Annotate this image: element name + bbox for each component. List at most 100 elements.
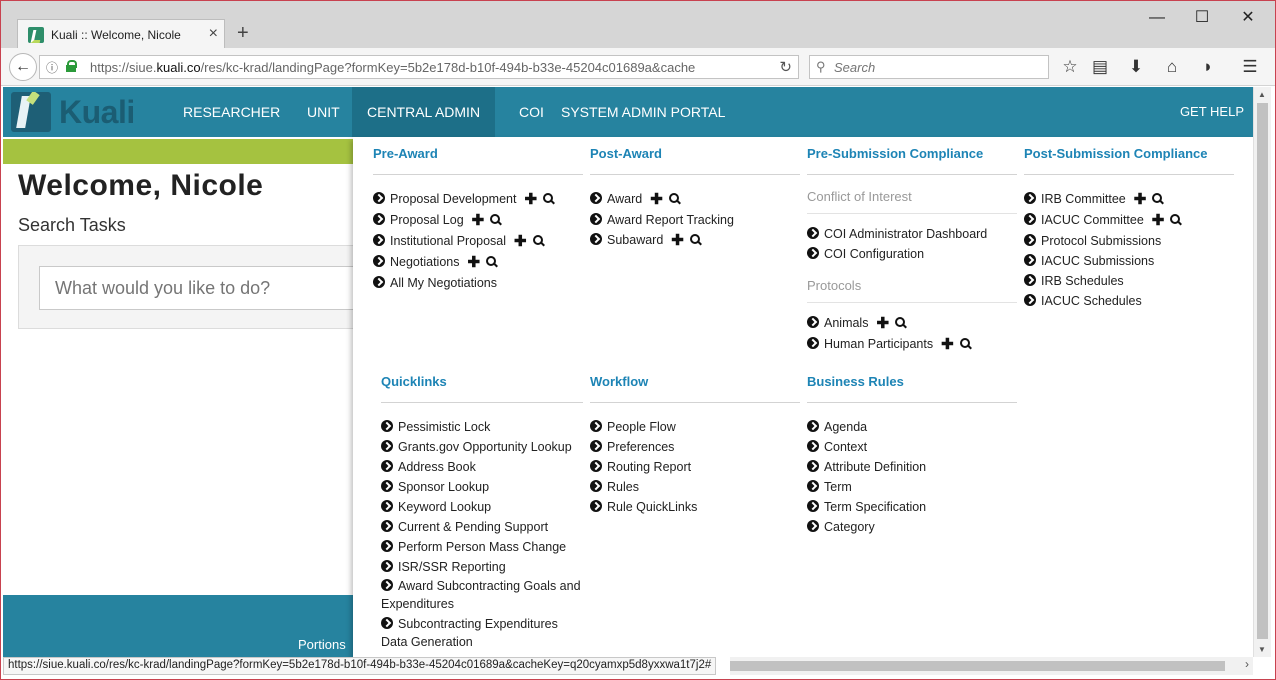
arrow-circle-icon bbox=[807, 227, 819, 239]
footer-text: Portions bbox=[298, 637, 346, 652]
menu-item-person-mass-change[interactable]: Perform Person Mass Change bbox=[381, 537, 583, 557]
new-tab-button[interactable]: + bbox=[237, 23, 249, 43]
menu-item-term-specification[interactable]: Term Specification bbox=[807, 497, 1017, 517]
get-help-link[interactable]: GET HELP bbox=[1180, 87, 1244, 137]
search-icon[interactable] bbox=[959, 338, 971, 349]
workflow-heading: Workflow bbox=[590, 374, 800, 403]
plus-icon[interactable]: ✚ bbox=[1134, 190, 1147, 210]
menu-item-irb-committee[interactable]: IRB Committee ✚ bbox=[1024, 189, 1234, 210]
horizontal-scrollbar[interactable]: › bbox=[730, 657, 1253, 675]
nav-system-admin-portal[interactable]: SYSTEM ADMIN PORTAL bbox=[546, 87, 740, 137]
kuali-logo[interactable]: Kuali bbox=[11, 92, 151, 132]
back-button[interactable]: ← bbox=[9, 53, 37, 81]
menu-item-context[interactable]: Context bbox=[807, 437, 1017, 457]
menu-item-coi-configuration[interactable]: COI Configuration bbox=[807, 244, 1017, 264]
browser-search-input[interactable] bbox=[834, 58, 1034, 76]
nav-unit[interactable]: UNIT bbox=[292, 87, 355, 137]
menu-item-attribute-definition[interactable]: Attribute Definition bbox=[807, 457, 1017, 477]
search-icon[interactable] bbox=[1170, 214, 1181, 225]
plus-icon[interactable]: ✚ bbox=[468, 253, 481, 273]
menu-item-human-participants[interactable]: Human Participants ✚ bbox=[807, 334, 1017, 355]
menu-item-proposal-development[interactable]: Proposal Development ✚ bbox=[373, 189, 583, 210]
menu-item-irb-schedules[interactable]: IRB Schedules bbox=[1024, 271, 1234, 291]
scroll-right-icon[interactable]: › bbox=[1245, 657, 1249, 671]
menu-item-award-subcontracting-goals[interactable]: Award Subcontracting Goals and Expenditu… bbox=[381, 577, 583, 613]
arrow-circle-icon bbox=[381, 617, 393, 629]
hamburger-menu-icon[interactable]: ☰ bbox=[1239, 57, 1261, 77]
window-close-icon[interactable]: ✕ bbox=[1238, 9, 1258, 27]
home-icon[interactable]: ⌂ bbox=[1161, 57, 1183, 77]
search-icon[interactable] bbox=[1152, 193, 1163, 204]
kuali-favicon-icon bbox=[28, 27, 44, 43]
menu-item-term[interactable]: Term bbox=[807, 477, 1017, 497]
search-icon[interactable] bbox=[486, 256, 497, 267]
menu-item-iacuc-submissions[interactable]: IACUC Submissions bbox=[1024, 251, 1234, 271]
menu-item-negotiations[interactable]: Negotiations ✚ bbox=[373, 252, 583, 273]
vertical-scroll-thumb[interactable] bbox=[1257, 103, 1268, 639]
search-icon: ⚲ bbox=[816, 59, 826, 74]
menu-item-isr-ssr-reporting[interactable]: ISR/SSR Reporting bbox=[381, 557, 583, 577]
menu-item-protocol-submissions[interactable]: Protocol Submissions bbox=[1024, 231, 1234, 251]
menu-item-address-book[interactable]: Address Book bbox=[381, 457, 583, 477]
browser-tab[interactable]: Kuali :: Welcome, Nicole × bbox=[17, 19, 225, 49]
menu-item-iacuc-schedules[interactable]: IACUC Schedules bbox=[1024, 291, 1234, 311]
menu-item-subaward[interactable]: Subaward ✚ bbox=[590, 230, 800, 251]
plus-icon[interactable]: ✚ bbox=[941, 335, 954, 355]
tab-title: Kuali :: Welcome, Nicole bbox=[51, 28, 181, 42]
menu-item-preferences[interactable]: Preferences bbox=[590, 437, 800, 457]
minimize-icon[interactable]: — bbox=[1147, 9, 1167, 27]
menu-item-current-pending-support[interactable]: Current & Pending Support bbox=[381, 517, 583, 537]
menu-item-award[interactable]: Award ✚ bbox=[590, 189, 800, 210]
arrow-circle-icon bbox=[590, 233, 602, 245]
menu-item-rules[interactable]: Rules bbox=[590, 477, 800, 497]
scroll-up-icon[interactable]: ▲ bbox=[1258, 90, 1266, 99]
browser-search-box[interactable]: ⚲ bbox=[809, 55, 1049, 79]
plus-icon[interactable]: ✚ bbox=[1152, 211, 1165, 231]
menu-item-animals[interactable]: Animals ✚ bbox=[807, 313, 1017, 334]
nav-researcher[interactable]: RESEARCHER bbox=[168, 87, 295, 137]
menu-item-grants-gov-lookup[interactable]: Grants.gov Opportunity Lookup bbox=[381, 437, 583, 457]
plus-icon[interactable]: ✚ bbox=[524, 190, 537, 210]
pocket-icon[interactable]: ◗ bbox=[1197, 57, 1219, 77]
bookmark-star-icon[interactable]: ☆ bbox=[1059, 57, 1081, 77]
menu-item-agenda[interactable]: Agenda bbox=[807, 417, 1017, 437]
menu-item-people-flow[interactable]: People Flow bbox=[590, 417, 800, 437]
plus-icon[interactable]: ✚ bbox=[650, 190, 663, 210]
menu-item-keyword-lookup[interactable]: Keyword Lookup bbox=[381, 497, 583, 517]
search-icon[interactable] bbox=[668, 193, 680, 204]
menu-item-routing-report[interactable]: Routing Report bbox=[590, 457, 800, 477]
horizontal-scroll-thumb[interactable] bbox=[730, 661, 1225, 671]
reload-icon[interactable]: ↻ bbox=[779, 58, 792, 76]
reading-list-icon[interactable]: ▤ bbox=[1089, 57, 1111, 77]
task-search-input[interactable] bbox=[39, 266, 359, 310]
menu-item-subcontracting-expenditures[interactable]: Subcontracting Expenditures Data Generat… bbox=[381, 615, 583, 651]
menu-item-category[interactable]: Category bbox=[807, 517, 1017, 537]
plus-icon[interactable]: ✚ bbox=[671, 231, 684, 251]
plus-icon[interactable]: ✚ bbox=[472, 211, 485, 231]
plus-icon[interactable]: ✚ bbox=[514, 232, 527, 252]
info-icon[interactable]: ⓘ bbox=[46, 59, 58, 76]
vertical-scrollbar[interactable]: ▲ ▼ bbox=[1253, 87, 1271, 657]
search-icon[interactable] bbox=[689, 234, 701, 245]
menu-item-rule-quicklinks[interactable]: Rule QuickLinks bbox=[590, 497, 800, 517]
menu-item-proposal-log[interactable]: Proposal Log ✚ bbox=[373, 210, 583, 231]
menu-item-award-report-tracking[interactable]: Award Report Tracking bbox=[590, 210, 800, 230]
post-submission-heading: Post-Submission Compliance bbox=[1024, 146, 1234, 175]
search-icon[interactable] bbox=[895, 317, 906, 328]
search-icon[interactable] bbox=[543, 193, 554, 204]
search-icon[interactable] bbox=[532, 235, 544, 246]
close-tab-icon[interactable]: × bbox=[209, 25, 218, 43]
scroll-down-icon[interactable]: ▼ bbox=[1258, 645, 1266, 654]
nav-central-admin[interactable]: CENTRAL ADMIN bbox=[352, 87, 496, 137]
download-icon[interactable]: ⬇ bbox=[1125, 57, 1147, 77]
menu-item-all-my-negotiations[interactable]: All My Negotiations bbox=[373, 273, 583, 293]
menu-item-pessimistic-lock[interactable]: Pessimistic Lock bbox=[381, 417, 583, 437]
search-icon[interactable] bbox=[490, 214, 501, 225]
maximize-icon[interactable]: ☐ bbox=[1192, 9, 1212, 27]
menu-item-institutional-proposal[interactable]: Institutional Proposal ✚ bbox=[373, 231, 583, 252]
menu-item-sponsor-lookup[interactable]: Sponsor Lookup bbox=[381, 477, 583, 497]
menu-item-coi-admin-dashboard[interactable]: COI Administrator Dashboard bbox=[807, 224, 1017, 244]
plus-icon[interactable]: ✚ bbox=[876, 314, 889, 334]
menu-item-iacuc-committee[interactable]: IACUC Committee ✚ bbox=[1024, 210, 1234, 231]
address-bar[interactable]: ⓘ https://siue.kuali.co/res/kc-krad/land… bbox=[39, 55, 799, 79]
